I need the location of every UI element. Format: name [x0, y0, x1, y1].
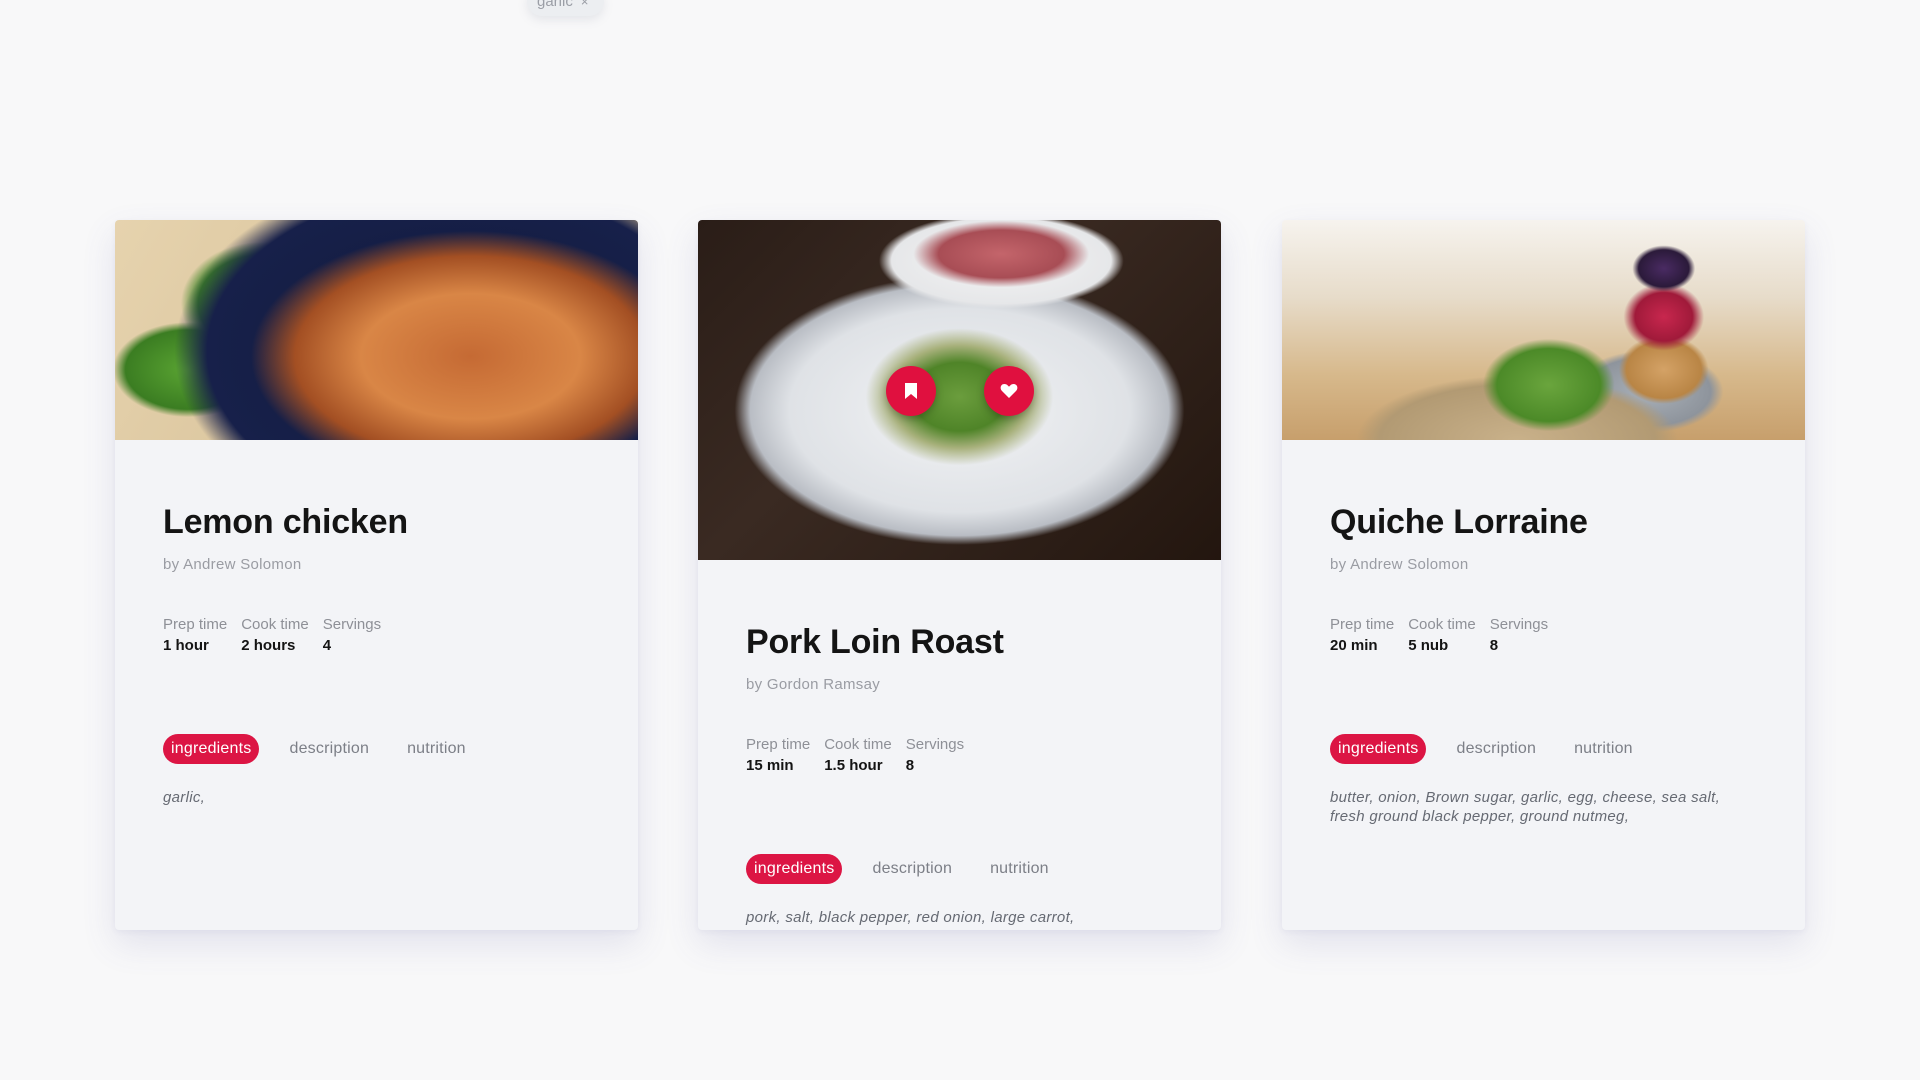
prep-time-value: 1 hour: [163, 637, 209, 655]
tab-description[interactable]: description: [1448, 734, 1544, 764]
close-icon[interactable]: ×: [581, 0, 589, 9]
recipe-image: [1282, 220, 1805, 440]
tab-nutrition[interactable]: nutrition: [982, 854, 1057, 884]
recipe-card-lemon-chicken[interactable]: Lemon chicken by Andrew Solomon Prep tim…: [115, 220, 638, 930]
recipe-image: [698, 220, 1221, 560]
recipe-meta: Prep time 20 min Cook time 5 nub Serving…: [1330, 616, 1757, 654]
cook-time-label: Cook time: [241, 616, 309, 634]
cook-time-value: 1.5 hour: [824, 757, 883, 775]
tab-nutrition[interactable]: nutrition: [399, 734, 474, 764]
recipe-tabs: ingredients description nutrition: [746, 854, 1173, 885]
cook-time-label: Cook time: [1408, 616, 1476, 634]
servings-value: 8: [1489, 637, 1499, 655]
ingredients-list: butter, onion, Brown sugar, garlic, egg,…: [1330, 789, 1721, 826]
favorite-button[interactable]: [984, 366, 1034, 416]
prep-time: Prep time 20 min: [1330, 616, 1394, 654]
tab-nutrition[interactable]: nutrition: [1566, 734, 1641, 764]
prep-time-value: 15 min: [746, 757, 794, 775]
servings: Servings 8: [906, 736, 964, 774]
cook-time-value: 5 nub: [1408, 637, 1449, 655]
recipe-tabs: ingredients description nutrition: [163, 734, 590, 765]
cook-time-label: Cook time: [824, 736, 892, 754]
recipe-tabs: ingredients description nutrition: [1330, 734, 1757, 765]
cook-time-value: 2 hours: [241, 637, 296, 655]
ingredients-list: garlic,: [163, 789, 206, 807]
recipe-author: by Andrew Solomon: [1330, 556, 1469, 574]
recipe-card-quiche-lorraine[interactable]: Quiche Lorraine by Andrew Solomon Prep t…: [1282, 220, 1805, 930]
recipe-meta: Prep time 1 hour Cook time 2 hours Servi…: [163, 616, 590, 654]
tab-ingredients[interactable]: ingredients: [163, 734, 260, 765]
recipe-author: by Gordon Ramsay: [746, 676, 881, 694]
tab-description[interactable]: description: [281, 734, 377, 764]
tab-ingredients[interactable]: ingredients: [1330, 734, 1427, 765]
prep-time-label: Prep time: [746, 736, 811, 754]
servings: Servings 8: [1490, 616, 1548, 654]
recipe-author: by Andrew Solomon: [163, 556, 302, 574]
tab-ingredients[interactable]: ingredients: [746, 854, 843, 885]
tab-description[interactable]: description: [864, 854, 960, 884]
ingredients-list: pork, salt, black pepper, red onion, lar…: [746, 909, 1075, 927]
servings-label: Servings: [322, 616, 382, 634]
prep-time-label: Prep time: [163, 616, 228, 634]
recipe-image: [115, 220, 638, 440]
recipe-title: Lemon chicken: [163, 503, 408, 541]
prep-time-value: 20 min: [1330, 637, 1378, 655]
prep-time: Prep time 15 min: [746, 736, 810, 774]
cook-time: Cook time 5 nub: [1408, 616, 1476, 654]
servings-value: 4: [322, 637, 332, 655]
prep-time-label: Prep time: [1330, 616, 1395, 634]
servings: Servings 4: [323, 616, 381, 654]
bookmark-button[interactable]: [886, 366, 936, 416]
cook-time: Cook time 1.5 hour: [824, 736, 892, 774]
recipe-card-pork-loin-roast[interactable]: Pork Loin Roast by Gordon Ramsay Prep ti…: [698, 220, 1221, 930]
prep-time: Prep time 1 hour: [163, 616, 227, 654]
cook-time: Cook time 2 hours: [241, 616, 309, 654]
servings-label: Servings: [905, 736, 965, 754]
filter-chip-label: garlic: [537, 0, 573, 10]
recipe-meta: Prep time 15 min Cook time 1.5 hour Serv…: [746, 736, 1173, 774]
servings-value: 8: [905, 757, 915, 775]
recipe-title: Quiche Lorraine: [1330, 503, 1588, 541]
recipe-title: Pork Loin Roast: [746, 623, 1004, 661]
filter-chip-garlic[interactable]: garlic ×: [527, 0, 605, 16]
heart-icon: [1000, 384, 1018, 398]
servings-label: Servings: [1489, 616, 1549, 634]
bookmark-icon: [905, 383, 917, 399]
